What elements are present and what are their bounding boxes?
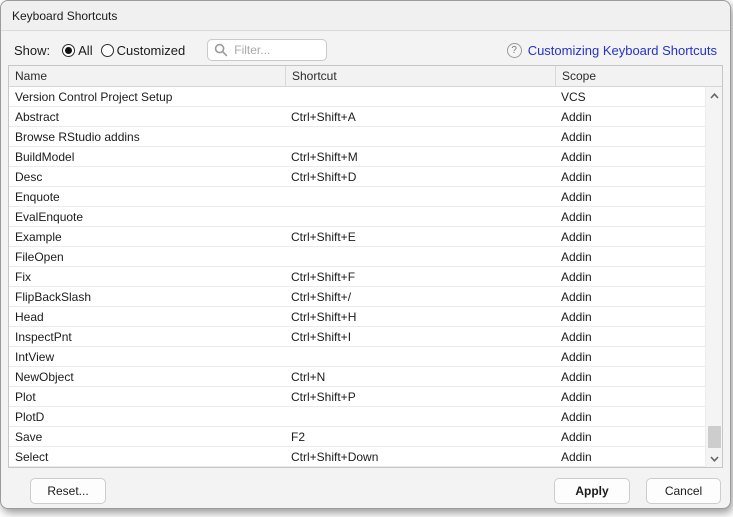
cell-name: NewObject — [9, 370, 285, 384]
cell-shortcut: Ctrl+Shift+/ — [285, 290, 555, 304]
radio-customized-icon[interactable] — [101, 44, 114, 57]
table-row[interactable]: NewObject Ctrl+N Addin — [9, 367, 722, 387]
cell-scope: Addin — [555, 430, 722, 444]
table-row[interactable]: FlipBackSlash Ctrl+Shift+/ Addin — [9, 287, 722, 307]
cell-name: BuildModel — [9, 150, 285, 164]
cell-shortcut: Ctrl+N — [285, 370, 555, 384]
table-header: Name Shortcut Scope — [9, 66, 722, 87]
cell-scope: Addin — [555, 450, 722, 464]
cell-shortcut: Ctrl+Shift+P — [285, 390, 555, 404]
cell-name: Enquote — [9, 190, 285, 204]
cell-scope: Addin — [555, 370, 722, 384]
table-row[interactable]: Desc Ctrl+Shift+D Addin — [9, 167, 722, 187]
cell-scope: Addin — [555, 110, 722, 124]
cell-shortcut: Ctrl+Shift+A — [285, 110, 555, 124]
table-row[interactable]: BuildModel Ctrl+Shift+M Addin — [9, 147, 722, 167]
cancel-button[interactable]: Cancel — [646, 478, 721, 504]
table-row[interactable]: InspectPnt Ctrl+Shift+I Addin — [9, 327, 722, 347]
cell-scope: Addin — [555, 150, 722, 164]
table-row[interactable]: Save F2 Addin — [9, 427, 722, 447]
cell-name: Head — [9, 310, 285, 324]
cell-scope: Addin — [555, 310, 722, 324]
cell-scope: VCS — [555, 90, 722, 104]
cell-name: FileOpen — [9, 250, 285, 264]
cell-name: InspectPnt — [9, 330, 285, 344]
cell-scope: Addin — [555, 190, 722, 204]
cell-shortcut: Ctrl+Shift+H — [285, 310, 555, 324]
table-row[interactable]: IntView Addin — [9, 347, 722, 367]
cell-name: Plot — [9, 390, 285, 404]
column-header-scope: Scope — [555, 66, 722, 86]
cell-shortcut: F2 — [285, 430, 555, 444]
table-row[interactable]: FileOpen Addin — [9, 247, 722, 267]
cell-name: Fix — [9, 270, 285, 284]
table-row[interactable]: PlotD Addin — [9, 407, 722, 427]
search-icon — [214, 43, 228, 57]
dialog-titlebar: Keyboard Shortcuts — [1, 1, 730, 31]
table-row[interactable]: Abstract Ctrl+Shift+A Addin — [9, 107, 722, 127]
cell-name: Desc — [9, 170, 285, 184]
cell-name: EvalEnquote — [9, 210, 285, 224]
customizing-shortcuts-link[interactable]: Customizing Keyboard Shortcuts — [528, 43, 717, 58]
cell-shortcut: Ctrl+Shift+D — [285, 170, 555, 184]
reset-button[interactable]: Reset... — [30, 478, 106, 504]
table-row[interactable]: Select Ctrl+Shift+Down Addin — [9, 447, 722, 467]
toolbar: Show: All Customized ? Customizing Keybo… — [1, 37, 730, 63]
cell-scope: Addin — [555, 210, 722, 224]
vertical-scrollbar[interactable] — [705, 87, 722, 467]
radio-customized-label[interactable]: Customized — [117, 43, 186, 58]
dialog-title: Keyboard Shortcuts — [12, 9, 117, 23]
cell-scope: Addin — [555, 170, 722, 184]
shortcuts-table: Name Shortcut Scope Version Control Proj… — [8, 65, 723, 468]
table-row[interactable]: Enquote Addin — [9, 187, 722, 207]
radio-customized[interactable]: Customized — [101, 43, 186, 58]
table-row[interactable]: Browse RStudio addins Addin — [9, 127, 722, 147]
keyboard-shortcuts-dialog: Keyboard Shortcuts Show: All Customized … — [0, 0, 731, 509]
cell-name: Browse RStudio addins — [9, 130, 285, 144]
filter-wrap — [207, 39, 327, 61]
cell-name: IntView — [9, 350, 285, 364]
table-row[interactable]: Head Ctrl+Shift+H Addin — [9, 307, 722, 327]
cell-scope: Addin — [555, 390, 722, 404]
cell-scope: Addin — [555, 270, 722, 284]
table-row[interactable]: Version Control Project Setup VCS — [9, 87, 722, 107]
column-header-name: Name — [9, 66, 285, 86]
cell-shortcut: Ctrl+Shift+Down — [285, 450, 555, 464]
table-row[interactable]: Example Ctrl+Shift+E Addin — [9, 227, 722, 247]
cell-scope: Addin — [555, 350, 722, 364]
cell-scope: Addin — [555, 250, 722, 264]
radio-all-icon[interactable] — [62, 44, 75, 57]
radio-all[interactable]: All — [62, 43, 92, 58]
radio-all-label[interactable]: All — [78, 43, 92, 58]
cell-scope: Addin — [555, 230, 722, 244]
table-row[interactable]: Fix Ctrl+Shift+F Addin — [9, 267, 722, 287]
scroll-up-icon[interactable] — [706, 88, 722, 103]
show-label: Show: — [14, 43, 50, 58]
cell-scope: Addin — [555, 130, 722, 144]
cell-name: Example — [9, 230, 285, 244]
cell-name: FlipBackSlash — [9, 290, 285, 304]
apply-button[interactable]: Apply — [554, 478, 630, 504]
cell-name: Version Control Project Setup — [9, 90, 285, 104]
cell-name: Select — [9, 450, 285, 464]
cell-name: PlotD — [9, 410, 285, 424]
cell-shortcut: Ctrl+Shift+F — [285, 270, 555, 284]
cell-shortcut: Ctrl+Shift+M — [285, 150, 555, 164]
table-row[interactable]: Plot Ctrl+Shift+P Addin — [9, 387, 722, 407]
cell-shortcut: Ctrl+Shift+E — [285, 230, 555, 244]
cell-scope: Addin — [555, 330, 722, 344]
column-header-shortcut: Shortcut — [285, 66, 555, 86]
cell-name: Abstract — [9, 110, 285, 124]
cell-shortcut: Ctrl+Shift+I — [285, 330, 555, 344]
table-row[interactable]: EvalEnquote Addin — [9, 207, 722, 227]
help-icon[interactable]: ? — [507, 43, 522, 58]
table-body: Version Control Project Setup VCS Abstra… — [9, 87, 722, 467]
cell-name: Save — [9, 430, 285, 444]
cell-scope: Addin — [555, 410, 722, 424]
scroll-down-icon[interactable] — [706, 451, 722, 466]
cell-scope: Addin — [555, 290, 722, 304]
scrollbar-thumb[interactable] — [708, 426, 721, 448]
